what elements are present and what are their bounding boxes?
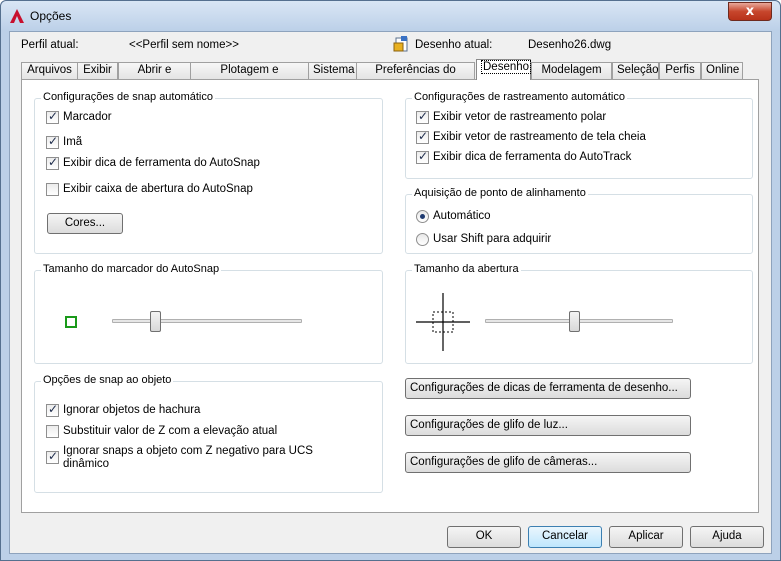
options-dialog: Opções x Perfil atual: <<Perfil sem nome… (0, 0, 781, 561)
tab-online[interactable]: Online (701, 62, 743, 79)
tab-arquivos[interactable]: Arquivos (21, 62, 78, 79)
group-title: Aquisição de ponto de alinhamento (412, 187, 588, 199)
fullscreen-vector-checkbox[interactable] (416, 129, 429, 144)
autotrack-group: Configurações de rastreamento automático… (405, 91, 753, 179)
autosnap-group: Configurações de snap automático Marcado… (34, 91, 383, 254)
autocad-logo-icon (10, 9, 24, 23)
osnap-group: Opções de snap ao objeto Ignorar objetos… (34, 374, 383, 493)
group-title: Configurações de rastreamento automático (412, 91, 627, 103)
tab-selecao[interactable]: Seleção (612, 62, 659, 79)
autotrack-tooltip-label: Exibir dica de ferramenta do AutoTrack (433, 151, 632, 163)
cancel-button[interactable]: Cancelar (528, 526, 602, 548)
magnet-checkbox[interactable] (46, 134, 59, 149)
apply-button[interactable]: Aplicar (609, 526, 683, 548)
marker-preview (65, 316, 77, 328)
aperture-size-slider-thumb[interactable] (569, 311, 580, 332)
tab-desenho[interactable]: Desenho (476, 59, 532, 80)
drawing-label: Desenho atual: (415, 39, 493, 51)
ignore-negative-z-label: Ignorar snaps a objeto com Z negativo pa… (63, 445, 313, 457)
drafting-tooltip-settings-button[interactable]: Configurações de dicas de ferramenta de … (405, 378, 691, 399)
tab-preferencias[interactable]: Preferências do usuário (356, 62, 475, 91)
light-glyph-settings-button[interactable]: Configurações de glifo de luz... (405, 415, 691, 436)
tab-modelagem-3d[interactable]: Modelagem 3D (531, 62, 612, 91)
marker-size-group: Tamanho do marcador do AutoSnap (34, 263, 383, 364)
marker-size-slider-track[interactable] (112, 319, 302, 323)
window-title: Opções (30, 9, 72, 23)
drawing-value: Desenho26.dwg (528, 39, 612, 51)
profile-label: Perfil atual: (21, 39, 79, 51)
magnet-label: Imã (63, 136, 83, 148)
ignore-hatch-checkbox[interactable] (46, 402, 59, 417)
title-bar[interactable]: Opções x (1, 1, 780, 31)
ignore-hatch-label: Ignorar objetos de hachura (63, 404, 201, 416)
drawing-file-icon (393, 36, 408, 52)
aperture-size-group: Tamanho da abertura (405, 263, 753, 364)
shift-acquire-label: Usar Shift para adquirir (433, 233, 552, 245)
aperture-preview (416, 293, 470, 351)
desenho-panel: Configurações de snap automático Marcado… (21, 79, 759, 513)
automatic-label: Automático (433, 210, 491, 222)
tab-perfis[interactable]: Perfis (659, 62, 701, 79)
ignore-negative-z-checkbox[interactable] (46, 449, 59, 464)
tab-sistema[interactable]: Sistema (308, 62, 357, 79)
aperture-box-checkbox[interactable] (46, 183, 59, 196)
close-icon: x (745, 4, 755, 19)
tab-exibir[interactable]: Exibir (77, 62, 118, 79)
ignore-negative-z-label-line2: dinâmico (63, 458, 110, 470)
tab-abrir-e-salvar[interactable]: Abrir e salvar (118, 62, 191, 91)
tab-plotagem[interactable]: Plotagem e Publicação (190, 62, 309, 91)
polar-vector-label: Exibir vetor de rastreamento polar (433, 111, 607, 123)
marker-checkbox[interactable] (46, 109, 59, 124)
alignment-group: Aquisição de ponto de alinhamento Automá… (405, 187, 753, 254)
marker-size-slider-thumb[interactable] (150, 311, 161, 332)
profile-value: <<Perfil sem nome>> (129, 39, 239, 51)
replace-z-checkbox[interactable] (46, 425, 59, 438)
autosnap-tooltip-label: Exibir dica de ferramenta do AutoSnap (63, 157, 260, 169)
marker-label: Marcador (63, 111, 112, 123)
autosnap-tooltip-checkbox[interactable] (46, 155, 59, 170)
dialog-body: Perfil atual: <<Perfil sem nome>> Desenh… (9, 31, 772, 554)
fullscreen-vector-label: Exibir vetor de rastreamento de tela che… (433, 131, 646, 143)
shift-acquire-radio[interactable] (416, 233, 429, 246)
camera-glyph-settings-button[interactable]: Configurações de glifo de câmeras... (405, 452, 691, 473)
group-title: Tamanho do marcador do AutoSnap (41, 263, 222, 275)
group-title: Configurações de snap automático (41, 91, 215, 103)
group-title: Opções de snap ao objeto (41, 374, 174, 386)
group-title: Tamanho da abertura (412, 263, 521, 275)
close-button[interactable]: x (728, 2, 772, 21)
autotrack-tooltip-checkbox[interactable] (416, 149, 429, 164)
automatic-radio[interactable] (416, 210, 429, 223)
help-button[interactable]: Ajuda (690, 526, 764, 548)
replace-z-label: Substituir valor de Z com a elevação atu… (63, 425, 278, 437)
polar-vector-checkbox[interactable] (416, 109, 429, 124)
ok-button[interactable]: OK (447, 526, 521, 548)
aperture-box-label: Exibir caixa de abertura do AutoSnap (63, 183, 253, 195)
colors-button[interactable]: Cores... (47, 213, 123, 234)
